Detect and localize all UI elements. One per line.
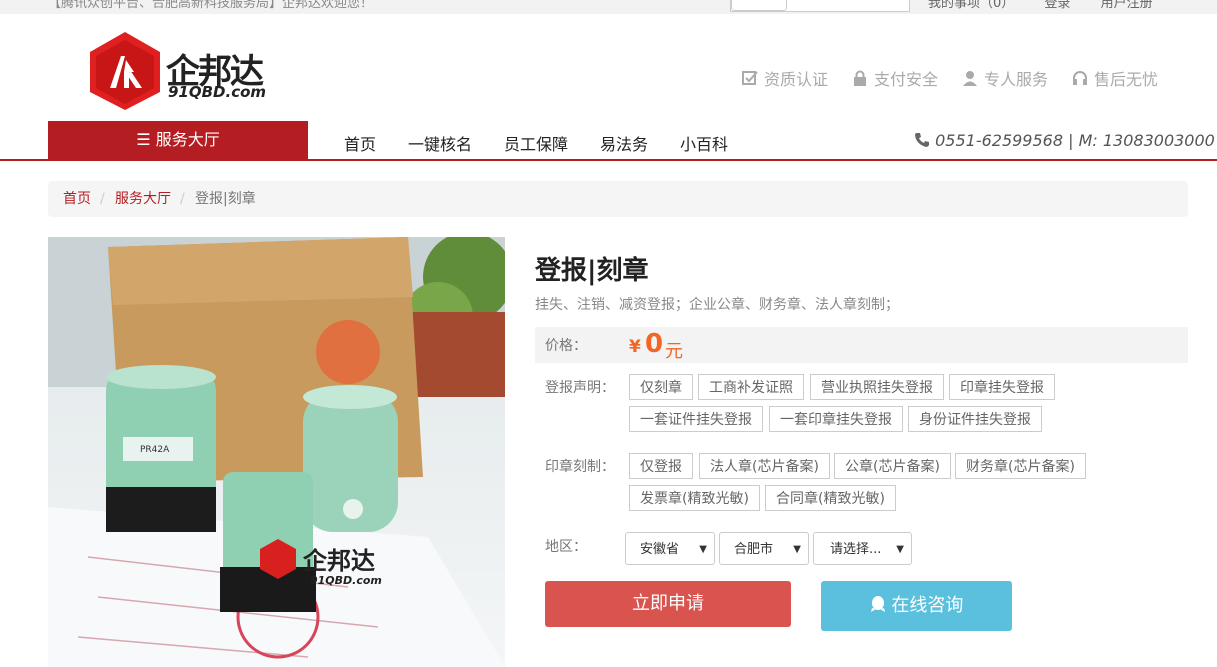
notice-option[interactable]: 印章挂失登报: [949, 374, 1055, 400]
lock-icon: [852, 70, 868, 90]
nav-legal[interactable]: 易法务: [600, 131, 648, 155]
user-icon: [962, 70, 978, 90]
nav-employee-security[interactable]: 员工保障: [504, 131, 568, 155]
nav-name-check[interactable]: 一键核名: [408, 131, 472, 155]
seal-option[interactable]: 公章(芯片备案): [834, 453, 951, 479]
notice-option[interactable]: 营业执照挂失登报: [810, 374, 944, 400]
city-value: 合肥市: [734, 542, 774, 557]
breadcrumb-home[interactable]: 首页: [63, 181, 91, 217]
price-currency: ¥: [629, 337, 641, 357]
nav-home[interactable]: 首页: [344, 131, 376, 155]
notice-label: 登报声明：: [545, 380, 615, 396]
online-consult-button[interactable]: 在线咨询: [821, 581, 1012, 631]
service-hall-button[interactable]: ☰ 服务大厅: [48, 121, 308, 159]
nav-divider: [0, 159, 1217, 161]
top-notice: 【腾讯众创平台、合肥高新科技服务局】企邦达欢迎您！: [48, 0, 374, 11]
menu-icon: ☰: [136, 130, 151, 149]
apply-button-label: 立即申请: [632, 593, 704, 614]
price-label: 价格：: [545, 338, 587, 354]
seal-option[interactable]: 合同章(精致光敏): [765, 485, 896, 511]
city-select[interactable]: 合肥市 ▼: [719, 532, 809, 565]
dropdown-arrow-icon: ▼: [896, 544, 904, 555]
assurance-payment: 支付安全: [852, 66, 938, 90]
phone-icon: [914, 131, 935, 150]
assurance-label: 资质认证: [764, 70, 829, 89]
notice-option[interactable]: 身份证件挂失登报: [908, 406, 1042, 432]
phone-text: 0551-62599568 | M: 13083003000: [935, 131, 1215, 150]
breadcrumb: 首页 / 服务大厅 / 登报|刻章: [48, 181, 1188, 217]
top-search-type-select[interactable]: [731, 0, 787, 11]
notice-option[interactable]: 一套证件挂失登报: [629, 406, 763, 432]
chat-icon: [870, 595, 892, 616]
contact-phone: 0551-62599568 | M: 13083003000: [914, 131, 1215, 150]
seal-option[interactable]: 财务章(芯片备案): [955, 453, 1086, 479]
seal-label: 印章刻制：: [545, 459, 615, 475]
logo-mark-icon: [90, 32, 160, 110]
photo-watermark-domain: 91QBD.com: [310, 574, 382, 587]
headphones-icon: [1072, 70, 1088, 90]
photo-stamp-label: PR42A: [140, 445, 170, 455]
province-value: 安徽省: [640, 542, 680, 557]
login-link[interactable]: 登录: [1044, 0, 1070, 11]
assurance-label: 支付安全: [874, 70, 939, 89]
product-photo: 企邦达 91QBD.com PR42A: [48, 237, 505, 667]
seal-option[interactable]: 法人章(芯片备案): [699, 453, 830, 479]
assurance-label: 专人服务: [984, 70, 1049, 89]
breadcrumb-separator: /: [180, 191, 185, 207]
photo-watermark-brand: 企邦达: [303, 547, 375, 575]
apply-now-button[interactable]: 立即申请: [545, 581, 791, 627]
notice-option[interactable]: 工商补发证照: [698, 374, 804, 400]
district-select[interactable]: 请选择... ▼: [813, 532, 912, 565]
notice-option[interactable]: 仅刻章: [629, 374, 693, 400]
breadcrumb-current: 登报|刻章: [195, 191, 256, 207]
dropdown-arrow-icon: ▼: [793, 544, 801, 555]
service-hall-label: 服务大厅: [155, 130, 220, 149]
nav-wiki[interactable]: 小百科: [680, 131, 728, 155]
province-select[interactable]: 安徽省 ▼: [625, 532, 715, 565]
top-search-box[interactable]: [730, 0, 910, 12]
check-square-icon: [742, 70, 758, 90]
seal-option[interactable]: 发票章(精致光敏): [629, 485, 760, 511]
product-description: 挂失、注销、减资登报；企业公章、财务章、法人章刻制；: [535, 297, 899, 313]
top-links: 我的事项（0） 登录 用户注册: [928, 0, 1179, 11]
assurance-aftersales: 售后无忧: [1072, 66, 1158, 90]
seal-option[interactable]: 仅登报: [629, 453, 693, 479]
site-logo[interactable]: 企邦达 91QBD.com: [88, 30, 278, 112]
district-value: 请选择...: [830, 542, 882, 557]
top-utility-bar: 【腾讯众创平台、合肥高新科技服务局】企邦达欢迎您！ 我的事项（0） 登录 用户注…: [0, 0, 1217, 14]
assurance-qualification: 资质认证: [742, 66, 828, 90]
notice-option[interactable]: 一套印章挂失登报: [769, 406, 903, 432]
price-value: 0: [645, 329, 664, 359]
breadcrumb-separator: /: [100, 191, 105, 207]
breadcrumb-service-hall[interactable]: 服务大厅: [115, 181, 171, 217]
logo-domain-text: 91QBD.com: [168, 83, 267, 101]
chat-button-label: 在线咨询: [891, 595, 964, 616]
price-unit: 元: [665, 341, 683, 362]
region-label: 地区：: [545, 539, 587, 555]
assurance-service: 专人服务: [962, 66, 1048, 90]
my-items-link[interactable]: 我的事项（0）: [928, 0, 1014, 11]
product-title: 登报|刻章: [535, 256, 649, 286]
dropdown-arrow-icon: ▼: [699, 544, 707, 555]
register-link[interactable]: 用户注册: [1101, 0, 1153, 11]
assurance-label: 售后无忧: [1094, 70, 1159, 89]
